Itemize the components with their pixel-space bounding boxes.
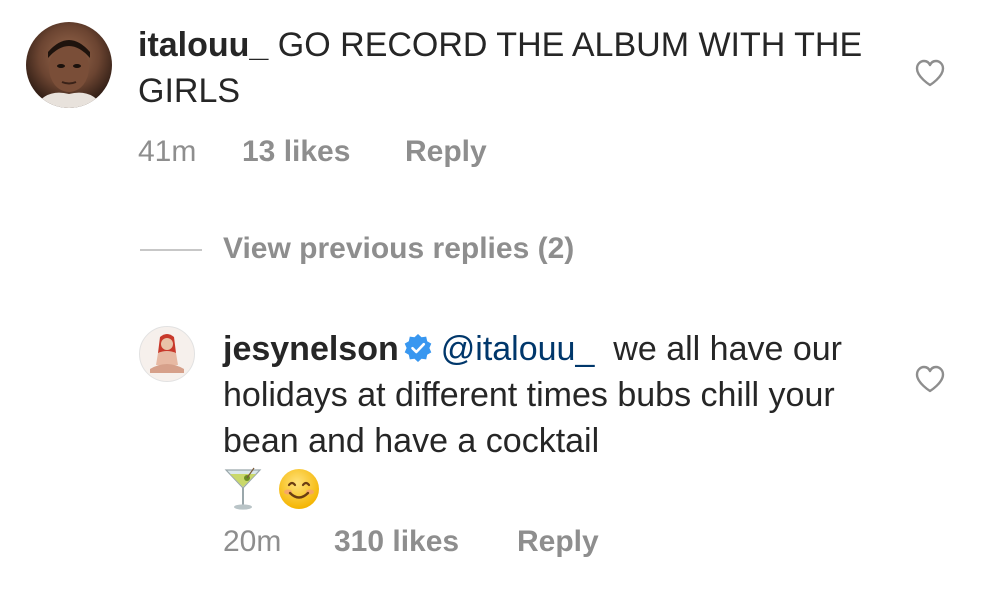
comment-meta: 41m 13 likes Reply (138, 135, 487, 169)
likes-count[interactable]: 13 likes (242, 135, 405, 169)
emoji-group (223, 466, 321, 512)
verified-badge-icon (404, 334, 432, 362)
smiling-face-emoji-icon (279, 469, 319, 510)
timestamp: 41m (138, 135, 197, 168)
avatar-photo (34, 40, 104, 108)
comment-body: italouu_ GO RECORD THE ALBUM WITH THE GI… (138, 22, 878, 114)
avatar[interactable] (139, 326, 195, 382)
comment-body: jesynelson @italouu_ we all have our hol… (223, 326, 903, 512)
view-previous-replies-button[interactable]: View previous replies (2) (223, 232, 574, 266)
likes-count[interactable]: 310 likes (334, 525, 517, 559)
comment-meta: 20m 310 likes Reply (223, 525, 599, 559)
username-link[interactable]: italouu_ (138, 26, 268, 64)
reply-button[interactable]: Reply (405, 135, 487, 169)
cocktail-glass-icon (224, 467, 262, 510)
mention-link[interactable]: @italouu_ (441, 330, 595, 368)
username-link[interactable]: jesynelson (223, 330, 399, 368)
reply-button[interactable]: Reply (517, 525, 599, 559)
heart-outline-icon[interactable] (915, 365, 945, 393)
avatar[interactable] (26, 22, 112, 108)
replies-divider (140, 249, 202, 251)
heart-outline-icon[interactable] (915, 59, 945, 87)
timestamp: 20m (223, 525, 282, 558)
avatar-photo (140, 327, 194, 381)
